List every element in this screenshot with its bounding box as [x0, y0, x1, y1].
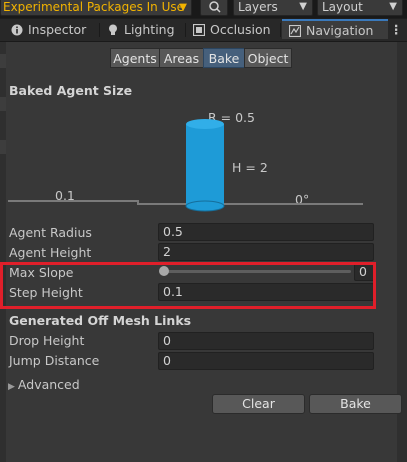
drop-height-label: Drop Height [9, 333, 85, 348]
drop-height-field[interactable]: 0 [158, 332, 374, 350]
jump-distance-label: Jump Distance [9, 353, 100, 368]
tab-navigation[interactable]: Navigation [282, 19, 388, 39]
agent-radius-field[interactable]: 0.5 [158, 223, 374, 241]
clear-button[interactable]: Clear [212, 394, 305, 414]
subtab-areas[interactable]: Areas [159, 48, 204, 68]
tab-lighting[interactable]: Lighting [107, 19, 175, 41]
experimental-packages-label: Experimental Packages In Use [3, 0, 185, 14]
agent-cylinder [185, 119, 225, 212]
tab-divider [280, 23, 281, 37]
tab-occlusion[interactable]: Occlusion [193, 19, 271, 41]
subtab-object[interactable]: Object [244, 48, 292, 68]
tab-divider [99, 23, 100, 37]
bake-button[interactable]: Bake [309, 394, 402, 414]
occlusion-icon [193, 24, 205, 36]
navigation-icon [289, 25, 301, 37]
layers-label: Layers [238, 0, 278, 14]
advanced-foldout[interactable]: ▶ Advanced [8, 377, 80, 392]
layout-label: Layout [322, 0, 363, 14]
tab-inspector[interactable]: Inspector [11, 19, 86, 41]
ground-line [137, 203, 363, 205]
chevron-down-icon: ▼ [299, 1, 307, 12]
lightbulb-icon [109, 24, 117, 35]
subtab-agents[interactable]: Agents [110, 48, 160, 68]
chevron-down-icon: ▼ [389, 1, 397, 12]
height-label: H = 2 [232, 160, 268, 175]
more-options-icon[interactable]: ⋮ [390, 19, 403, 41]
off-mesh-links-header: Generated Off Mesh Links [9, 313, 192, 328]
baked-agent-size-header: Baked Agent Size [9, 83, 133, 98]
layers-dropdown[interactable]: Layers ▼ [233, 0, 313, 16]
layout-dropdown[interactable]: Layout ▼ [317, 0, 403, 16]
search-button[interactable] [200, 0, 228, 16]
agent-radius-label: Agent Radius [9, 225, 92, 240]
search-icon [209, 1, 221, 13]
agent-height-field[interactable]: 2 [158, 243, 374, 261]
left-gutter [0, 42, 6, 462]
info-icon [11, 24, 23, 36]
subtab-bake[interactable]: Bake [203, 48, 245, 68]
experimental-packages-dropdown[interactable]: Experimental Packages In Use ▼ [0, 0, 192, 16]
chevron-down-icon: ▼ [179, 2, 187, 13]
highlight-box [0, 262, 376, 309]
tab-divider [185, 23, 186, 37]
chevron-right-icon: ▶ [8, 382, 15, 392]
ground-line [8, 200, 138, 202]
agent-height-label: Agent Height [9, 245, 92, 260]
jump-distance-field[interactable]: 0 [158, 352, 374, 370]
